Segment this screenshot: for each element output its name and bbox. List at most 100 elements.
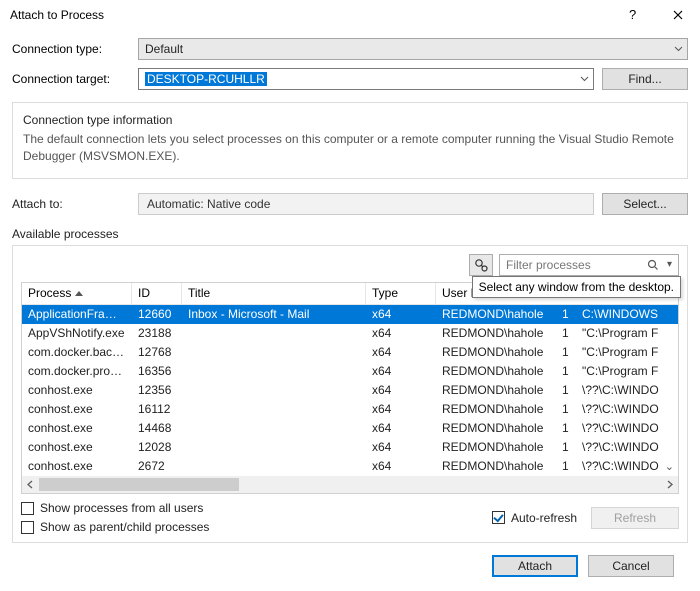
- select-window-button[interactable]: [469, 254, 493, 276]
- show-parent-child-checkbox[interactable]: Show as parent/child processes: [21, 521, 209, 534]
- table-row[interactable]: conhost.exe12356x64REDMOND\hahole1\??\C:…: [22, 381, 678, 400]
- cell: \??\C:\WINDO: [576, 459, 678, 473]
- cell: 12660: [132, 307, 182, 321]
- cell: \??\C:\WINDO: [576, 383, 678, 397]
- available-processes-group: Filter processes ▾ Select any window fro…: [12, 245, 688, 543]
- cell: 1: [556, 402, 576, 416]
- cell: "C:\Program F: [576, 345, 678, 359]
- connection-info-text: The default connection lets you select p…: [23, 131, 677, 166]
- table-row[interactable]: AppVShNotify.exe23188x64REDMOND\hahole1"…: [22, 324, 678, 343]
- connection-type-label: Connection type:: [12, 42, 130, 56]
- attach-to-value: Automatic: Native code: [147, 197, 270, 211]
- cancel-button[interactable]: Cancel: [588, 555, 674, 577]
- cell: REDMOND\hahole: [436, 345, 556, 359]
- available-processes-label: Available processes: [12, 227, 688, 241]
- cell: REDMOND\hahole: [436, 421, 556, 435]
- col-title[interactable]: Title: [182, 283, 366, 304]
- cell: conhost.exe: [22, 459, 132, 473]
- connection-target-label: Connection target:: [12, 72, 130, 86]
- chevron-down-icon: [669, 39, 687, 59]
- connection-info-legend: Connection type information: [19, 113, 176, 127]
- table-row[interactable]: conhost.exe2672x64REDMOND\hahole1\??\C:\…: [22, 457, 678, 476]
- connection-target-combo[interactable]: DESKTOP-RCUHLLR: [138, 68, 594, 90]
- cell: "C:\Program F: [576, 364, 678, 378]
- scrollbar-thumb[interactable]: [39, 478, 239, 491]
- find-button[interactable]: Find...: [602, 68, 688, 90]
- attach-to-value-box: Automatic: Native code: [138, 193, 594, 215]
- cell: conhost.exe: [22, 402, 132, 416]
- auto-refresh-checkbox[interactable]: Auto-refresh: [492, 511, 577, 524]
- cell: 16356: [132, 364, 182, 378]
- cell: \??\C:\WINDO: [576, 402, 678, 416]
- filter-processes-input[interactable]: Filter processes ▾: [499, 254, 679, 276]
- table-row[interactable]: conhost.exe14468x64REDMOND\hahole1\??\C:…: [22, 419, 678, 438]
- cell: \??\C:\WINDO: [576, 421, 678, 435]
- cell: 2672: [132, 459, 182, 473]
- dialog-title: Attach to Process: [10, 8, 104, 22]
- table-row[interactable]: com.docker.backend...12768 x64REDMOND\hah…: [22, 343, 678, 362]
- checkbox-checked-icon: [492, 511, 505, 524]
- cell: x64: [366, 440, 436, 454]
- cell: \??\C:\WINDO: [576, 440, 678, 454]
- cell: C:\WINDOWS: [576, 307, 678, 321]
- cell: x64: [366, 383, 436, 397]
- connection-type-combo[interactable]: Default: [138, 38, 688, 60]
- cell: 1: [556, 364, 576, 378]
- attach-to-process-dialog: Attach to Process ? Connection type: Def…: [0, 0, 700, 546]
- col-process[interactable]: Process: [22, 283, 132, 304]
- cell: x64: [366, 402, 436, 416]
- cell: 23188: [132, 326, 182, 340]
- connection-target-value: DESKTOP-RCUHLLR: [145, 72, 267, 86]
- table-row[interactable]: conhost.exe16112x64REDMOND\hahole1\??\C:…: [22, 400, 678, 419]
- cell: ApplicationFrameHo...: [22, 307, 132, 321]
- cell: REDMOND\hahole: [436, 402, 556, 416]
- cell: x64: [366, 307, 436, 321]
- cell: Inbox - Microsoft - Mail: [182, 307, 366, 321]
- cell: 1: [556, 459, 576, 473]
- attach-to-label: Attach to:: [12, 197, 130, 211]
- horizontal-scrollbar[interactable]: [22, 476, 678, 493]
- checkbox-icon: [21, 521, 34, 534]
- refresh-button: Refresh: [591, 507, 679, 529]
- cell: conhost.exe: [22, 440, 132, 454]
- close-button[interactable]: [655, 0, 700, 30]
- attach-button[interactable]: Attach: [492, 555, 578, 577]
- cell: 1: [556, 440, 576, 454]
- cell: REDMOND\hahole: [436, 364, 556, 378]
- cell: x64: [366, 345, 436, 359]
- cell: com.docker.backend...: [22, 345, 132, 359]
- vscroll-down-icon[interactable]: ⌄: [665, 460, 674, 473]
- cell: 1: [556, 326, 576, 340]
- cell: REDMOND\hahole: [436, 307, 556, 321]
- connection-type-value: Default: [145, 42, 183, 56]
- table-row[interactable]: conhost.exe12028x64REDMOND\hahole1\??\C:…: [22, 438, 678, 457]
- table-row[interactable]: ApplicationFrameHo...12660Inbox - Micros…: [22, 305, 678, 324]
- scroll-left-icon[interactable]: [22, 476, 39, 493]
- cell: 12028: [132, 440, 182, 454]
- cell: 1: [556, 345, 576, 359]
- show-all-users-checkbox[interactable]: Show processes from all users: [21, 502, 209, 515]
- cell: conhost.exe: [22, 383, 132, 397]
- cell: x64: [366, 326, 436, 340]
- cell: x64: [366, 459, 436, 473]
- connection-info-group: Connection type information The default …: [12, 102, 688, 179]
- cell: REDMOND\hahole: [436, 326, 556, 340]
- select-window-tooltip: Select any window from the desktop.: [472, 276, 681, 298]
- cell: conhost.exe: [22, 421, 132, 435]
- crosshair-icon: [474, 258, 488, 272]
- cell: 12768: [132, 345, 182, 359]
- col-id[interactable]: ID: [132, 283, 182, 304]
- cell: 1: [556, 307, 576, 321]
- help-button[interactable]: ?: [610, 0, 655, 30]
- cell: 1: [556, 421, 576, 435]
- table-row[interactable]: com.docker.proxy.exe16356 x64REDMOND\haho…: [22, 362, 678, 381]
- scroll-right-icon[interactable]: [661, 476, 678, 493]
- filter-dropdown-icon[interactable]: ▾: [667, 259, 672, 270]
- select-button[interactable]: Select...: [602, 193, 688, 215]
- cell: x64: [366, 364, 436, 378]
- chevron-down-icon: [575, 69, 593, 89]
- cell: REDMOND\hahole: [436, 383, 556, 397]
- cell: com.docker.proxy.exe: [22, 364, 132, 378]
- cell: 1: [556, 383, 576, 397]
- col-type[interactable]: Type: [366, 283, 436, 304]
